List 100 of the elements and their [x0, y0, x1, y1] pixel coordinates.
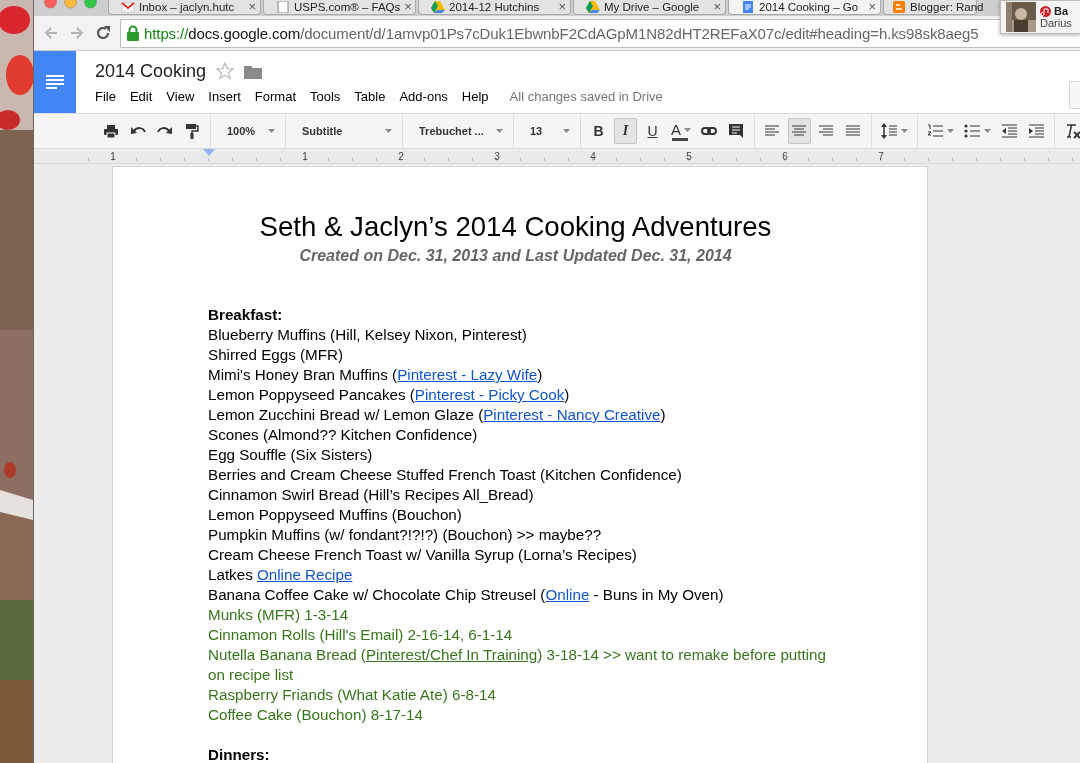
- link[interactable]: Pinterest - Nancy Creative: [483, 406, 661, 423]
- triangle-icon: [586, 1, 600, 13]
- tab-title: 2014-12 Hutchins: [449, 1, 541, 13]
- reload-icon[interactable]: [94, 24, 112, 42]
- format-button[interactable]: I: [614, 118, 637, 144]
- close-button[interactable]: ×: [713, 1, 721, 13]
- ruler-number: 3: [494, 150, 500, 162]
- decrease-indent-icon: [1001, 122, 1018, 140]
- menu-item[interactable]: Format: [247, 87, 303, 106]
- recipe-line: Latkes Online Recipe: [208, 565, 354, 585]
- menu-item[interactable]: Insert: [201, 87, 248, 106]
- increase-indent-icon: [1028, 122, 1045, 140]
- format-button[interactable]: B: [587, 118, 610, 144]
- recipe-line: Berries and Cream Cheese Stuffed French Toast (Kitchen Confidence): [208, 465, 683, 485]
- tab-title: 2014 Cooking – Go: [759, 1, 860, 13]
- menu-item[interactable]: View: [159, 87, 202, 106]
- docs-logo[interactable]: [34, 51, 76, 113]
- menu-item[interactable]: Help: [454, 87, 496, 106]
- recipe-line: Scones (Almond?? Kitchen Confidence): [208, 425, 479, 445]
- browser-tab[interactable]: USPS.com® – FAQs ×: [263, 0, 416, 15]
- close-button[interactable]: ×: [404, 1, 412, 13]
- browser-tab[interactable]: Inbox – jaclyn.hutc ×: [108, 0, 261, 15]
- document-icon: [741, 1, 755, 13]
- clear-formatting-icon: [1064, 122, 1080, 140]
- menu-item[interactable]: Add-ons: [392, 87, 455, 106]
- close-button[interactable]: ×: [558, 1, 566, 13]
- toolbar-dropdown[interactable]: 100%: [217, 118, 279, 144]
- menu-item[interactable]: Table: [347, 87, 393, 106]
- notification-text: Darius: [1040, 17, 1072, 29]
- link[interactable]: Online Recipe: [256, 566, 353, 583]
- browser-tab[interactable]: 2014-12 Hutchins ×: [418, 0, 571, 15]
- ruler-number: 5: [686, 150, 692, 162]
- ruler-number: 7: [878, 150, 884, 162]
- notification-title: Ba: [1054, 5, 1069, 17]
- caret-icon: [984, 129, 991, 133]
- align-center-button[interactable]: [788, 118, 811, 144]
- recipe-line: Nutella Banana Bread (Pinterest/Chef In Training) 3-18-14 >> want to remake before putting on recipe list: [208, 645, 827, 685]
- tab-title: Blogger: Rand: [910, 1, 984, 13]
- folder-icon[interactable]: [244, 63, 263, 79]
- recipe-line: Egg Souffle (Six Sisters): [208, 445, 374, 465]
- link[interactable]: Online: [545, 586, 590, 603]
- square-icon: [892, 1, 906, 13]
- close-button[interactable]: ×: [868, 1, 876, 13]
- print-icon: [103, 122, 120, 140]
- link[interactable]: Pinterest/Chef In Training: [365, 646, 538, 663]
- comment-icon: [728, 122, 745, 140]
- lock-icon: [126, 24, 140, 42]
- section-heading: Dinners:: [208, 745, 271, 763]
- recipe-line: Munks (MFR) 1-3-14: [208, 605, 350, 625]
- recipe-line: Raspberry Friands (What Katie Ate) 6-8-14: [208, 685, 497, 705]
- recipe-line: Mimi's Honey Bran Muffins (Pinterest - Lazy Wife): [208, 365, 544, 385]
- menu-item[interactable]: File: [95, 87, 123, 106]
- bulleted-list-icon: [964, 122, 981, 140]
- menu-item[interactable]: Edit: [122, 87, 160, 106]
- caret-icon: [496, 129, 503, 133]
- window-control-icon[interactable]: [44, 0, 57, 9]
- recipe-line: Cream Cheese French Toast w/ Vanilla Syrup (Lorna’s Recipes): [208, 545, 638, 565]
- recipe-line: Coffee Cake (Bouchon) 8-17-14: [208, 705, 424, 725]
- document-title[interactable]: 2014 Cooking: [95, 60, 207, 82]
- document-subtitle: Created on Dec. 31, 2013 and Last Updated Dec. 31, 2014: [298, 246, 733, 266]
- page-icon: [276, 1, 290, 13]
- paint-roller-icon: [184, 122, 201, 140]
- caret-icon: [268, 129, 275, 133]
- star-icon[interactable]: [216, 62, 235, 80]
- caret-icon: [385, 129, 392, 133]
- format-button[interactable]: U: [641, 118, 664, 144]
- section-heading: Breakfast:: [208, 305, 284, 325]
- toolbar-dropdown[interactable]: Trebuchet ...: [409, 118, 507, 144]
- browser-tab[interactable]: My Drive – Google ×: [573, 0, 726, 15]
- ruler-number: 2: [398, 150, 404, 162]
- document-heading: Seth & Jaclyn’s 2014 Cooking Adventures: [258, 210, 773, 244]
- recipe-line: Cinnamon Swirl Bread (Hill’s Recipes All_Bread): [208, 485, 535, 505]
- ruler-number: 4: [590, 150, 596, 162]
- mail-icon: [121, 1, 135, 13]
- recipe-line: Banana Coffee Cake w/ Chocolate Chip Streusel (Online - Buns in My Oven): [208, 585, 725, 605]
- line-spacing-icon: [881, 122, 898, 140]
- menu-item[interactable]: Tools: [303, 87, 348, 106]
- text-color-button[interactable]: A: [668, 118, 694, 144]
- tab-title: My Drive – Google: [604, 1, 701, 13]
- caret-icon: [901, 129, 908, 133]
- toolbar-dropdown[interactable]: Subtitle: [292, 118, 396, 144]
- save-status: All changes saved in Drive: [509, 89, 663, 104]
- notification-card[interactable]: Ba Darius: [1000, 0, 1080, 34]
- ruler-number: 1: [302, 150, 308, 162]
- recipe-line: Blueberry Muffins (Hill, Kelsey Nixon, Pinterest): [208, 325, 528, 345]
- window-control-icon[interactable]: [84, 0, 97, 9]
- recipe-line: Pumpkin Muffins (w/ fondant?!?!?) (Bouchon) >> maybe??: [208, 525, 603, 545]
- toolbar-dropdown[interactable]: 13: [520, 118, 574, 144]
- window-control-icon[interactable]: [64, 0, 77, 9]
- tab-title: USPS.com® – FAQs: [294, 1, 401, 13]
- numbered-list-icon: [927, 122, 944, 140]
- recipe-line: Lemon Poppyseed Muffins (Bouchon): [208, 505, 463, 525]
- browser-tab[interactable]: 2014 Cooking – Go ×: [728, 0, 881, 15]
- caret-icon: [563, 129, 570, 133]
- ruler-number: 6: [782, 150, 788, 162]
- lines-icon: [45, 74, 65, 90]
- recipe-line: Shirred Eggs (MFR): [208, 345, 345, 365]
- caret-icon: [947, 129, 954, 133]
- close-button[interactable]: ×: [248, 1, 256, 13]
- music-note-icon: [1040, 5, 1051, 17]
